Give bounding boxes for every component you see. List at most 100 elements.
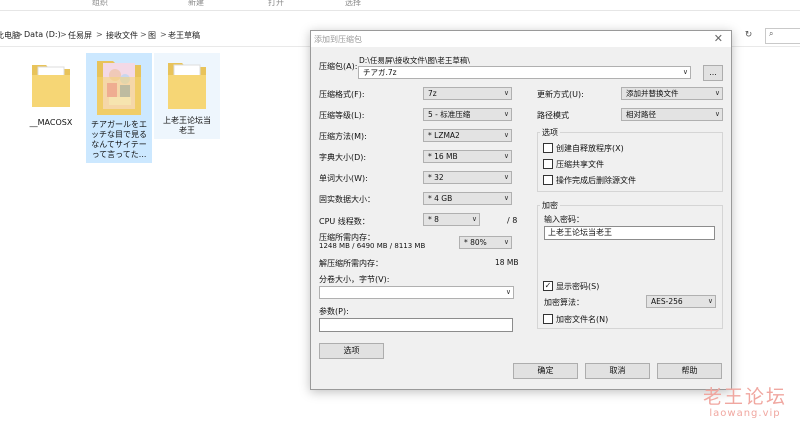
solid-label: 固实数据大小：: [319, 195, 375, 204]
options-group-title: 选项: [540, 127, 560, 138]
crumb-folder-1[interactable]: 任易屏: [68, 30, 92, 41]
chevron-down-icon: ∨: [503, 238, 509, 246]
folder-icon: [168, 63, 206, 109]
chevron-down-icon: ∨: [503, 110, 509, 118]
dict-select[interactable]: * 16 MB ∨: [423, 150, 512, 163]
folder-image-icon: [97, 61, 141, 115]
status-bar: [0, 405, 20, 415]
mem-value: * 80%: [464, 238, 487, 247]
file-name: __MACOSX: [29, 118, 73, 127]
update-value: 添加并替换文件: [626, 89, 679, 98]
password-input[interactable]: 上老王论坛当老王: [544, 226, 715, 240]
dialog-title: 添加到压缩包: [314, 35, 362, 44]
show-password-checkbox[interactable]: ✓: [543, 281, 553, 291]
cancel-button[interactable]: 取消: [585, 363, 650, 379]
cpu-total: / 8: [507, 216, 518, 225]
options-button[interactable]: 选项: [319, 343, 384, 359]
file-item-laowang[interactable]: 上老王论坛当老王: [154, 53, 220, 139]
word-select[interactable]: * 32 ∨: [423, 171, 512, 184]
help-button[interactable]: 帮助: [657, 363, 722, 379]
archive-name: チアガ.7z: [363, 68, 397, 77]
mem-detail: 1248 MB / 6490 MB / 8113 MB: [319, 242, 426, 250]
encrypt-method-select[interactable]: AES-256 ∨: [646, 295, 716, 308]
format-label: 压缩格式(F):: [319, 90, 365, 99]
archive-name-combo[interactable]: チアガ.7z ∨: [358, 66, 691, 79]
file-item-image-folder[interactable]: チアガールをエッチな目で見るなんてサイテーって言ってた...: [86, 53, 152, 163]
chevron-down-icon: ∨: [503, 131, 509, 139]
browse-button[interactable]: ...: [703, 65, 723, 81]
file-item-macosx[interactable]: __MACOSX: [24, 59, 78, 128]
level-value: 5 - 标准压缩: [428, 110, 471, 119]
crumb-separator: >: [16, 30, 23, 39]
level-label: 压缩等级(L):: [319, 111, 365, 120]
update-label: 更新方式(U):: [537, 90, 584, 99]
delete-after-label: 操作完成后删除源文件: [556, 176, 636, 185]
delete-after-checkbox[interactable]: [543, 175, 553, 185]
path-select[interactable]: 相对路径 ∨: [621, 108, 723, 121]
shared-checkbox[interactable]: [543, 159, 553, 169]
method-value: * LZMA2: [428, 131, 460, 140]
split-select[interactable]: ∨: [319, 286, 514, 299]
chevron-down-icon: ∨: [503, 89, 509, 97]
sfx-checkbox[interactable]: [543, 143, 553, 153]
cpu-select[interactable]: * 8 ∨: [423, 213, 480, 226]
ok-button[interactable]: 确定: [513, 363, 578, 379]
encrypt-method-value: AES-256: [651, 297, 683, 306]
decomp-value: 18 MB: [495, 258, 519, 267]
format-select[interactable]: 7z ∨: [423, 87, 512, 100]
cpu-value: * 8: [428, 215, 439, 224]
cpu-label: CPU 线程数：: [319, 217, 370, 226]
search-icon: ⌕: [769, 29, 774, 38]
watermark: 老王论坛 laowang.vip: [690, 386, 800, 419]
solid-value: * 4 GB: [428, 194, 453, 203]
encrypt-group-title: 加密: [540, 200, 560, 211]
crumb-separator: >: [96, 30, 103, 39]
chevron-down-icon: ∨: [503, 194, 509, 202]
crumb-drive[interactable]: Data (D:): [24, 30, 61, 39]
chevron-down-icon: ∨: [503, 152, 509, 160]
crumb-separator: >: [60, 30, 67, 39]
close-icon[interactable]: ✕: [714, 32, 723, 45]
watermark-main: 老王论坛: [702, 386, 787, 408]
decomp-label: 解压缩所需内存：: [319, 259, 383, 268]
refresh-icon[interactable]: ↻: [742, 29, 755, 42]
chevron-down-icon: ∨: [503, 173, 509, 181]
ribbon-organize[interactable]: 组织: [92, 0, 108, 8]
dict-value: * 16 MB: [428, 152, 458, 161]
ribbon: 组织 新建 打开 选择: [0, 0, 800, 11]
ribbon-open[interactable]: 打开: [268, 0, 284, 8]
format-value: 7z: [428, 89, 437, 98]
update-select[interactable]: 添加并替换文件 ∨: [621, 87, 723, 100]
file-name: チアガールをエッチな目で見るなんてサイテーって言ってた...: [91, 120, 147, 159]
add-to-archive-dialog: 添加到压缩包 ✕ 压缩包(A): D:\任易屏\接收文件\图\老王草稿\ チアガ…: [310, 30, 732, 390]
encrypt-names-checkbox[interactable]: [543, 314, 553, 324]
archive-path: D:\任易屏\接收文件\图\老王草稿\: [359, 56, 470, 65]
chevron-down-icon: ∨: [707, 297, 713, 305]
crumb-separator: >: [140, 30, 147, 39]
encrypt-method-label: 加密算法：: [544, 298, 584, 307]
level-select[interactable]: 5 - 标准压缩 ∨: [423, 108, 512, 121]
path-value: 相对路径: [626, 110, 656, 119]
folder-icon: [32, 65, 70, 107]
word-label: 单词大小(W):: [319, 174, 368, 183]
crumb-folder-4[interactable]: 老王草稿: [168, 30, 200, 41]
method-select[interactable]: * LZMA2 ∨: [423, 129, 512, 142]
crumb-folder-3[interactable]: 图: [148, 30, 156, 41]
sfx-label: 创建自释放程序(X): [556, 144, 624, 153]
encrypt-names-label: 加密文件名(N): [556, 315, 609, 324]
dialog-titlebar[interactable]: 添加到压缩包 ✕: [311, 31, 731, 47]
chevron-down-icon: ∨: [714, 89, 720, 97]
password-label: 输入密码：: [544, 215, 584, 224]
watermark-sub: laowang.vip: [709, 408, 781, 419]
mem-select[interactable]: * 80% ∨: [459, 236, 512, 249]
chevron-down-icon: ∨: [714, 110, 720, 118]
ribbon-new[interactable]: 新建: [188, 0, 204, 8]
ribbon-select[interactable]: 选择: [345, 0, 361, 8]
crumb-separator: >: [160, 30, 167, 39]
method-label: 压缩方法(M):: [319, 132, 367, 141]
chevron-down-icon: ∨: [471, 215, 477, 223]
params-input[interactable]: [319, 318, 513, 332]
solid-select[interactable]: * 4 GB ∨: [423, 192, 512, 205]
search-input[interactable]: ⌕: [765, 28, 800, 44]
crumb-folder-2[interactable]: 接收文件: [106, 30, 138, 41]
